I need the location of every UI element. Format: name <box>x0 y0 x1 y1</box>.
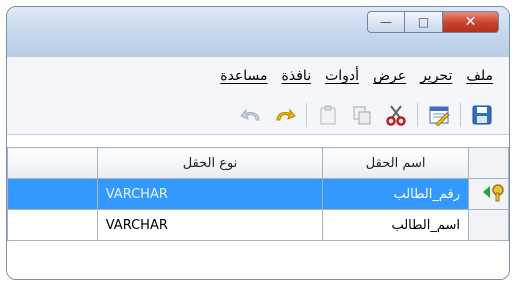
close-button[interactable]: ✕ <box>443 11 499 33</box>
save-icon <box>472 105 492 124</box>
field-name-header[interactable]: اسم الحقل <box>322 147 470 179</box>
minimize-button[interactable]: — <box>367 11 405 33</box>
minimize-icon: — <box>380 15 392 29</box>
undo-button[interactable] <box>238 102 264 128</box>
copy-button[interactable] <box>349 102 375 128</box>
toolbar-separator <box>306 102 307 127</box>
empty-cell[interactable] <box>7 209 98 241</box>
menu-bar: ملف تحرير عرض أدوات نافذة مساعدة <box>7 57 509 95</box>
redo-button[interactable] <box>272 102 298 128</box>
redo-icon <box>276 108 296 120</box>
cut-icon <box>386 104 406 126</box>
properties-button[interactable] <box>426 102 452 128</box>
toolbar <box>7 95 509 135</box>
primary-key-icon <box>483 184 504 202</box>
toolbar-separator <box>460 102 461 127</box>
empty-cell[interactable] <box>7 178 98 210</box>
row-selector[interactable] <box>468 178 509 210</box>
menu-view[interactable]: عرض <box>373 68 406 84</box>
paste-icon <box>320 105 336 124</box>
field-type-cell[interactable]: VARCHAR <box>96 209 324 241</box>
menu-window[interactable]: نافذة <box>282 68 312 84</box>
field-name-cell[interactable]: رقم_الطالب <box>322 178 470 210</box>
close-icon: ✕ <box>464 14 477 30</box>
save-button[interactable] <box>469 102 495 128</box>
toolbar-separator <box>417 102 418 127</box>
menu-help[interactable]: مساعدة <box>220 68 267 84</box>
title-bar: — □ ✕ <box>7 7 509 57</box>
design-grid: اسم الحقل نوع الحقل رقم_الطالب VARCHAR ا… <box>7 135 509 279</box>
menu-edit[interactable]: تحرير <box>420 68 452 84</box>
maximize-icon: □ <box>417 15 430 29</box>
properties-icon <box>429 106 450 126</box>
application-window: — □ ✕ ملف تحرير عرض أدوات نافذة مساعدة ا… <box>6 6 510 280</box>
empty-header <box>7 147 98 179</box>
maximize-button[interactable]: □ <box>405 11 443 33</box>
window-controls: — □ ✕ <box>367 11 499 33</box>
table-row[interactable]: اسم_الطالب VARCHAR <box>7 209 509 241</box>
menu-tools[interactable]: أدوات <box>325 68 359 84</box>
cut-button[interactable] <box>383 102 409 128</box>
header-row: اسم الحقل نوع الحقل <box>7 147 509 179</box>
undo-icon <box>240 108 260 120</box>
table-row[interactable]: رقم_الطالب VARCHAR <box>7 178 509 210</box>
field-type-cell[interactable]: VARCHAR <box>96 178 324 210</box>
row-selector[interactable] <box>468 209 509 241</box>
field-table: اسم الحقل نوع الحقل رقم_الطالب VARCHAR ا… <box>7 147 509 241</box>
copy-icon <box>353 106 371 124</box>
row-selector-header <box>468 147 509 179</box>
field-name-cell[interactable]: اسم_الطالب <box>322 209 470 241</box>
menu-file[interactable]: ملف <box>466 68 493 84</box>
field-type-header[interactable]: نوع الحقل <box>96 147 324 179</box>
paste-button[interactable] <box>315 102 341 128</box>
